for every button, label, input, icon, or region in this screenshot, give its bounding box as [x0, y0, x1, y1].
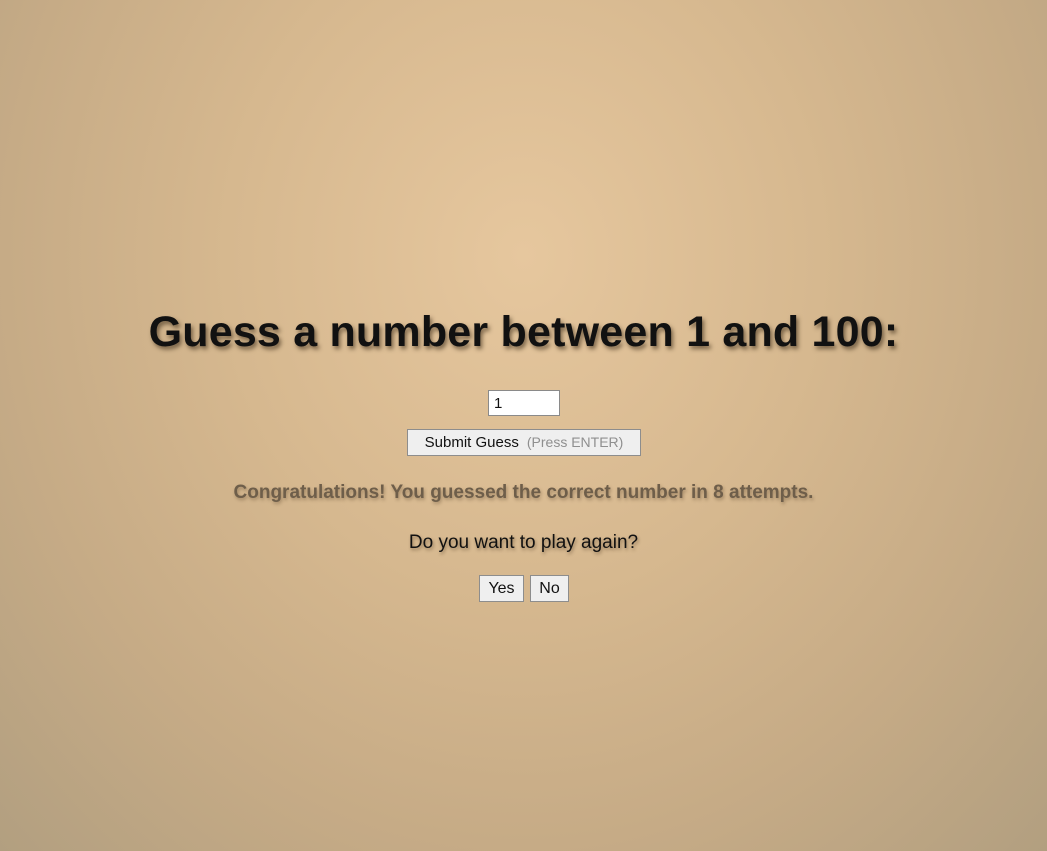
page-title: Guess a number between 1 and 100:: [148, 308, 899, 356]
play-again-question: Do you want to play again?: [408, 532, 639, 553]
game-screen: Guess a number between 1 and 100: Submit…: [0, 0, 1047, 851]
submit-guess-label: Submit Guess: [424, 434, 519, 451]
guess-input[interactable]: [488, 390, 560, 416]
yes-button[interactable]: Yes: [479, 575, 524, 602]
submit-hint: (Press ENTER): [526, 434, 624, 450]
result-message: Congratulations! You guessed the correct…: [233, 482, 814, 503]
no-button[interactable]: No: [530, 575, 569, 602]
submit-guess-button[interactable]: Submit Guess (Press ENTER): [407, 429, 641, 456]
